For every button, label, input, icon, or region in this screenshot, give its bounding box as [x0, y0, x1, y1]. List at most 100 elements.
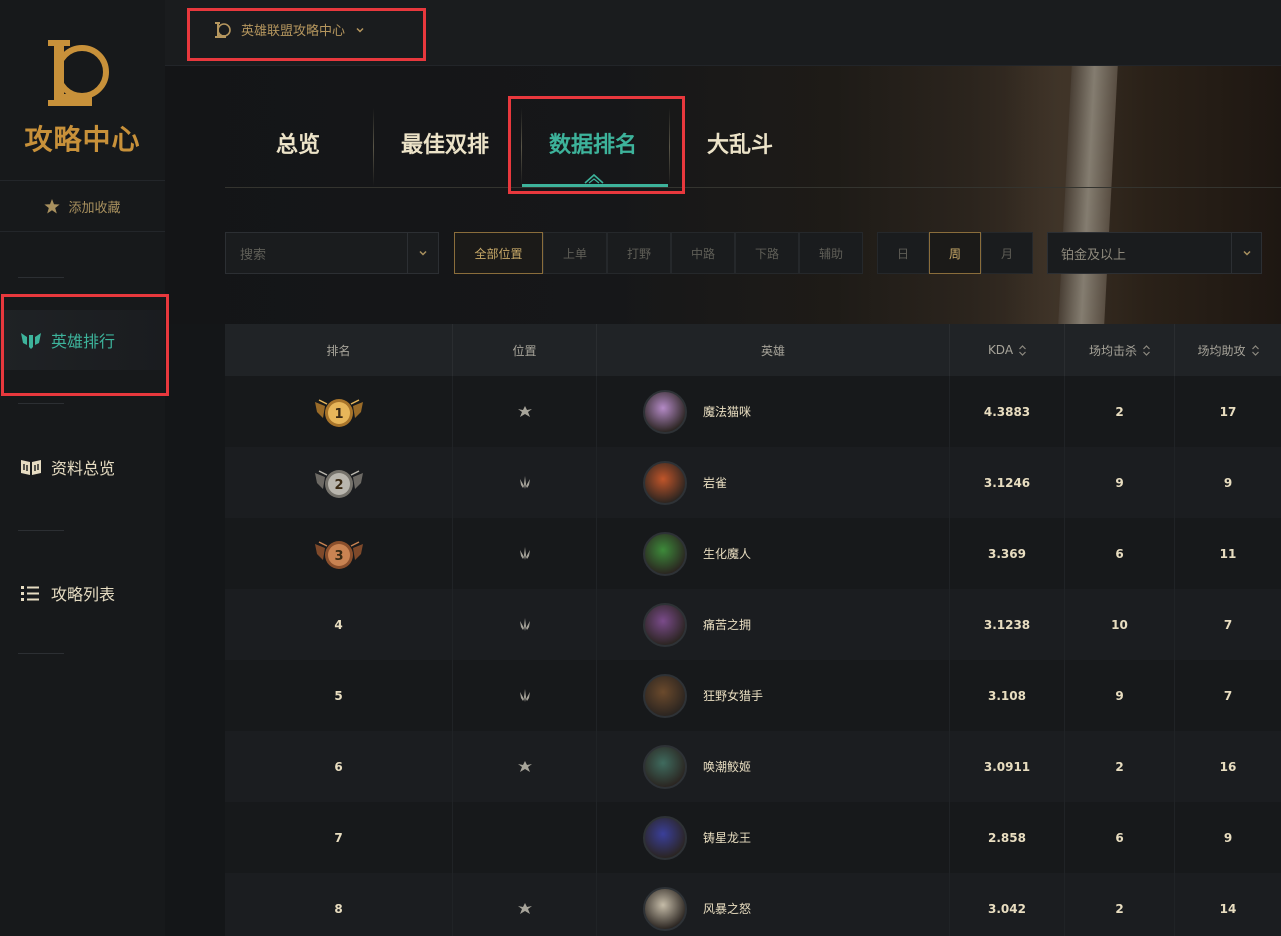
- rank-medal-icon: 1: [314, 398, 363, 427]
- kda-cell: 4.3883: [950, 376, 1065, 447]
- table-row[interactable]: 7 铸星龙王 2.858 6 9: [225, 802, 1281, 873]
- hero-avatar[interactable]: [643, 602, 687, 647]
- kills-cell: 2: [1065, 376, 1175, 447]
- hero-avatar[interactable]: [643, 460, 687, 505]
- column-header-kda[interactable]: KDA: [950, 324, 1065, 376]
- assists-cell: 9: [1223, 475, 1233, 490]
- position-top-button[interactable]: 上单: [543, 232, 607, 274]
- search-input[interactable]: 搜索: [226, 244, 407, 263]
- tier-value: 铂金及以上: [1061, 247, 1127, 263]
- table-body: 1 魔法猫咪 4.3883 2 17 2 岩雀 3.1246 9 9 3 生化魔人 3.369 6 11 4 痛…: [225, 376, 1281, 936]
- position-bot-button[interactable]: 下路: [735, 232, 799, 274]
- hero-avatar[interactable]: [643, 673, 687, 718]
- rank-cell: 6: [225, 731, 453, 802]
- jungle-position-icon: [519, 475, 530, 489]
- kills-cell: 2: [1065, 873, 1175, 936]
- search-box[interactable]: 搜索: [225, 232, 439, 274]
- hero-cell[interactable]: 生化魔人: [597, 518, 950, 589]
- rank-number: 4: [334, 617, 343, 632]
- assists-cell: 9: [1223, 830, 1233, 845]
- assists-cell: 14: [1219, 901, 1237, 916]
- app-logo[interactable]: 攻略中心: [0, 0, 165, 180]
- table-row[interactable]: 2 岩雀 3.1246 9 9: [225, 447, 1281, 518]
- hero-name[interactable]: 生化魔人: [703, 545, 751, 562]
- table-row[interactable]: 8 风暴之怒 3.042 2 14: [225, 873, 1281, 936]
- hero-name[interactable]: 铸星龙王: [703, 829, 751, 846]
- rank-number: 7: [334, 830, 343, 845]
- hero-name[interactable]: 风暴之怒: [703, 900, 751, 917]
- hero-cell[interactable]: 狂野女猎手: [597, 660, 950, 731]
- position-cell: [453, 518, 597, 589]
- support-position-icon: [517, 405, 532, 417]
- hero-name[interactable]: 岩雀: [703, 474, 727, 491]
- hero-name[interactable]: 魔法猫咪: [703, 403, 751, 420]
- search-dropdown-toggle[interactable]: [407, 233, 438, 273]
- hero-avatar[interactable]: [643, 531, 687, 576]
- rank-number: 8: [334, 901, 343, 916]
- jungle-position-icon: [519, 546, 530, 560]
- column-header-assists[interactable]: 场均助攻: [1175, 324, 1281, 376]
- table-row[interactable]: 4 痛苦之拥 3.1238 10 7: [225, 589, 1281, 660]
- table-row[interactable]: 1 魔法猫咪 4.3883 2 17: [225, 376, 1281, 447]
- hero-cell[interactable]: 唤潮鲛姬: [597, 731, 950, 802]
- kills-cell: 2: [1065, 731, 1175, 802]
- period-month-button[interactable]: 月: [981, 232, 1033, 274]
- lol-logo-icon: [48, 40, 109, 106]
- rank-cell: 1: [225, 376, 453, 447]
- tier-dropdown-toggle[interactable]: [1231, 233, 1261, 273]
- column-header-rank: 排名: [225, 324, 453, 376]
- kda-cell: 2.858: [950, 802, 1065, 873]
- sort-icon: [1251, 344, 1259, 356]
- tab-overview[interactable]: 总览: [276, 98, 320, 188]
- svg-text:1: 1: [334, 407, 343, 422]
- sidebar-item-guide-list[interactable]: 攻略列表: [0, 563, 165, 623]
- tab-best-duo[interactable]: 最佳双排: [401, 98, 489, 188]
- hero-name[interactable]: 狂野女猎手: [703, 687, 763, 704]
- position-jungle-button[interactable]: 打野: [607, 232, 671, 274]
- kills-cell: 9: [1065, 447, 1175, 518]
- position-mid-button[interactable]: 中路: [671, 232, 735, 274]
- chevron-down-icon: [419, 250, 427, 256]
- column-header-hero: 英雄: [597, 324, 950, 376]
- table-row[interactable]: 6 唤潮鲛姬 3.0911 2 16: [225, 731, 1281, 802]
- hero-name[interactable]: 唤潮鲛姬: [703, 758, 751, 775]
- sidebar-item-label: 资料总览: [51, 459, 116, 478]
- period-day-button[interactable]: 日: [877, 232, 929, 274]
- highlight-box: [1, 294, 169, 396]
- table-row[interactable]: 3 生化魔人 3.369 6 11: [225, 518, 1281, 589]
- hero-avatar[interactable]: [643, 886, 687, 931]
- tab-aram[interactable]: 大乱斗: [707, 98, 773, 188]
- column-header-position: 位置: [453, 324, 597, 376]
- logo-text: 攻略中心: [24, 123, 141, 156]
- position-cell: [453, 660, 597, 731]
- tier-select[interactable]: 铂金及以上: [1047, 232, 1262, 274]
- divider: [18, 403, 64, 404]
- hero-avatar[interactable]: [643, 744, 687, 789]
- period-week-button[interactable]: 周: [929, 232, 981, 274]
- hero-cell[interactable]: 魔法猫咪: [597, 376, 950, 447]
- assists-cell: 7: [1223, 688, 1233, 703]
- hero-avatar[interactable]: [643, 389, 687, 434]
- position-cell: [453, 731, 597, 802]
- table-row[interactable]: 5 狂野女猎手 3.108 9 7: [225, 660, 1281, 731]
- hero-cell[interactable]: 岩雀: [597, 447, 950, 518]
- hero-cell[interactable]: 铸星龙王: [597, 802, 950, 873]
- assists-cell: 11: [1219, 546, 1237, 561]
- position-all-button[interactable]: 全部位置: [454, 232, 543, 274]
- period-filter: 日 周 月: [877, 232, 1033, 274]
- kda-cell: 3.042: [950, 873, 1065, 936]
- favorite-label: 添加收藏: [68, 200, 121, 216]
- position-support-button[interactable]: 辅助: [799, 232, 863, 274]
- assists-cell: 16: [1219, 759, 1237, 774]
- hero-name[interactable]: 痛苦之拥: [703, 616, 751, 633]
- position-cell: [453, 873, 597, 936]
- kda-cell: 3.369: [950, 518, 1065, 589]
- hero-avatar[interactable]: [643, 815, 687, 860]
- column-header-kills[interactable]: 场均击杀: [1065, 324, 1175, 376]
- hero-cell[interactable]: 风暴之怒: [597, 873, 950, 936]
- position-filter: 全部位置 上单 打野 中路 下路 辅助: [454, 232, 863, 274]
- hero-cell[interactable]: 痛苦之拥: [597, 589, 950, 660]
- sort-icon: [1019, 344, 1026, 356]
- add-favorite-button[interactable]: 添加收藏: [0, 180, 165, 232]
- sidebar-item-data-overview[interactable]: 资料总览: [0, 437, 165, 497]
